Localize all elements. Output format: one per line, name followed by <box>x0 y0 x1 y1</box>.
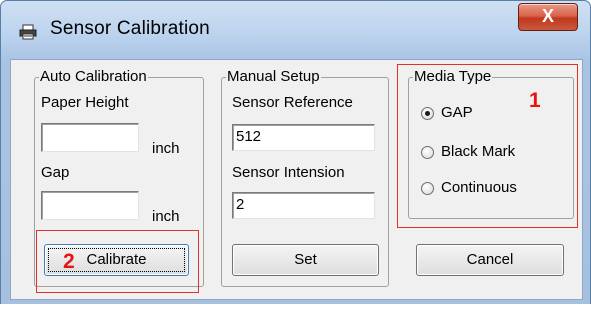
printer-icon <box>19 24 37 40</box>
gap-label: Gap <box>41 164 70 181</box>
window-title: Sensor Calibration <box>50 18 210 39</box>
manual-setup-label: Manual Setup <box>226 68 321 86</box>
annotation-number-2: 2 <box>63 250 75 273</box>
set-button[interactable]: Set <box>232 244 379 276</box>
auto-calibration-label: Auto Calibration <box>39 68 148 86</box>
gap-unit: inch <box>152 208 180 225</box>
sensor-reference-input[interactable]: 512 <box>232 124 375 151</box>
paper-height-label: Paper Height <box>41 94 129 111</box>
set-button-label: Set <box>294 251 317 268</box>
sensor-intension-label: Sensor Intension <box>232 164 345 181</box>
sensor-intension-input[interactable]: 2 <box>232 192 375 219</box>
cancel-button[interactable]: Cancel <box>416 244 564 276</box>
cancel-button-label: Cancel <box>466 251 514 268</box>
paper-height-unit: inch <box>152 140 180 157</box>
bottom-strip <box>0 304 591 310</box>
annotation-number-1: 1 <box>529 89 541 112</box>
gap-input[interactable] <box>41 191 139 220</box>
sensor-intension-value: 2 <box>236 196 245 213</box>
annotation-box-calibrate <box>36 230 199 293</box>
close-button[interactable]: X <box>518 3 578 31</box>
sensor-reference-value: 512 <box>236 128 262 145</box>
title-bar[interactable]: Sensor Calibration X <box>1 1 590 59</box>
sensor-reference-label: Sensor Reference <box>232 94 353 111</box>
paper-height-input[interactable] <box>41 123 139 152</box>
annotation-box-media-type <box>397 64 578 228</box>
